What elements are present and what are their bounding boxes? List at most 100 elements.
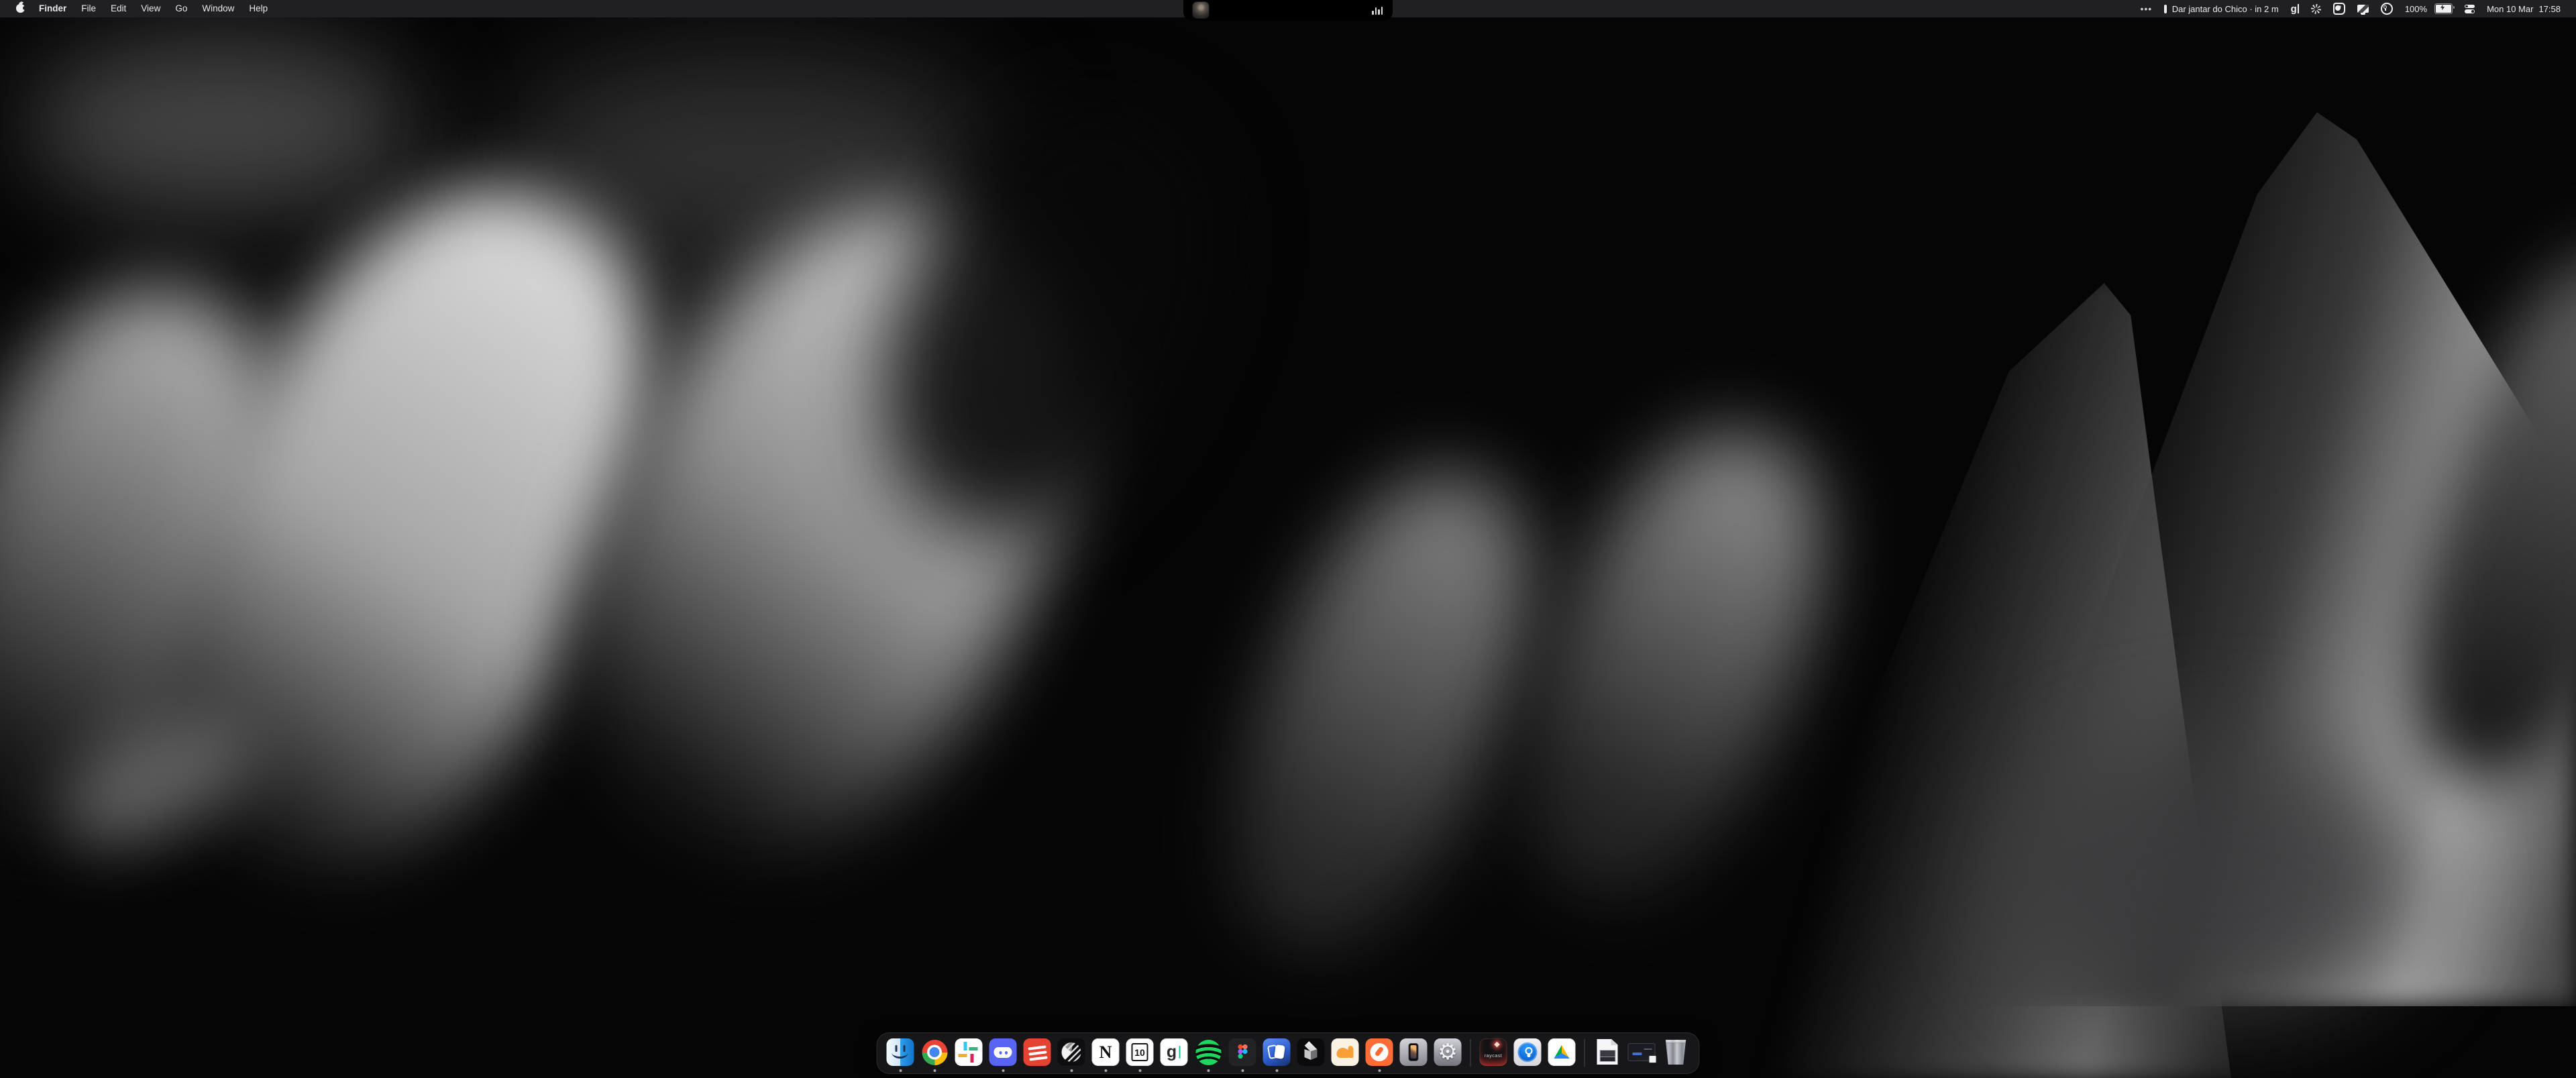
- dock-icon-discord[interactable]: [989, 1038, 1017, 1066]
- menubar-overflow-indicator[interactable]: •••: [2134, 0, 2158, 17]
- battery-status-item[interactable]: 100%: [2399, 0, 2459, 17]
- menu-go[interactable]: Go: [168, 0, 195, 17]
- grammarly-caret-icon: [2298, 4, 2299, 13]
- settings-glyph: ⚙: [1434, 1038, 1462, 1066]
- dock-icon-slack[interactable]: [955, 1038, 983, 1066]
- grammarly-app-icon: g: [1161, 1038, 1188, 1066]
- menu-window[interactable]: Window: [195, 0, 241, 17]
- lasso-status-item[interactable]: [2327, 0, 2351, 17]
- notion-glyph: N: [1092, 1038, 1120, 1066]
- dock-icon-finder[interactable]: [887, 1038, 914, 1066]
- dock-icon-notioncal[interactable]: 10: [1126, 1038, 1154, 1066]
- dock-icon-iphone[interactable]: [1400, 1038, 1428, 1066]
- gdrive-app-icon: [1548, 1038, 1576, 1066]
- craft-app-icon: [1263, 1038, 1291, 1066]
- overflow-dots-icon: •••: [2140, 3, 2152, 14]
- clock-time: 17:58: [2538, 4, 2561, 14]
- grammarly-icon: g: [2291, 4, 2297, 14]
- menu-file[interactable]: File: [74, 0, 103, 17]
- control-center-status-item[interactable]: [2459, 0, 2481, 17]
- menu-view[interactable]: View: [133, 0, 168, 17]
- control-center-icon: [2465, 5, 2475, 13]
- sunburst-status-item[interactable]: [2305, 0, 2327, 17]
- dock-icon-raycast[interactable]: raycast: [1480, 1038, 1507, 1066]
- menu-items: FinderFileEditViewGoWindowHelp: [32, 0, 275, 17]
- notion-app-icon: N: [1092, 1038, 1120, 1066]
- wallpaper-shape: [27, 34, 416, 215]
- battery-icon: [2434, 3, 2453, 14]
- settings-app-icon: ⚙: [1434, 1038, 1462, 1066]
- iphone-app-icon: [1400, 1038, 1428, 1066]
- dock-icon-settings[interactable]: ⚙: [1434, 1038, 1462, 1066]
- wallpaper-shape: [1183, 438, 1580, 983]
- lasso-shape-icon: [2333, 3, 2345, 15]
- charging-bolt-icon: [2440, 5, 2445, 11]
- grammarly-status-item[interactable]: g: [2285, 0, 2305, 17]
- dock-icon-chrome[interactable]: [921, 1038, 949, 1066]
- audio-visualizer-icon: [1372, 6, 1383, 15]
- battery-percent: 100%: [2405, 4, 2427, 14]
- onepassword-status-item[interactable]: [2375, 0, 2399, 17]
- running-indicator-dot: [1104, 1069, 1107, 1072]
- finder-app-icon: [887, 1038, 914, 1066]
- dock-icon-shotthumb[interactable]: [1628, 1038, 1656, 1066]
- dock-icon-linear[interactable]: [1058, 1038, 1085, 1066]
- dock-icon-gdrive[interactable]: [1548, 1038, 1576, 1066]
- mammoth-app-icon: [1332, 1038, 1359, 1066]
- dock-icon-trash[interactable]: [1662, 1038, 1690, 1066]
- todoist-app-icon: [1024, 1038, 1051, 1066]
- notch-media-island[interactable]: [1183, 0, 1393, 21]
- notioncal-app-icon: 10: [1126, 1038, 1154, 1066]
- apple-menu-icon[interactable]: [16, 4, 25, 13]
- dock-icon-figma[interactable]: [1229, 1038, 1256, 1066]
- menu-finder[interactable]: Finder: [32, 0, 74, 17]
- raycast-glyph: raycast: [1480, 1038, 1507, 1066]
- desktop-wallpaper[interactable]: [0, 0, 2576, 1078]
- dock-icon-grammarly[interactable]: g: [1161, 1038, 1188, 1066]
- cube3d-app-icon: [1297, 1038, 1325, 1066]
- dock-icon-todoist[interactable]: [1024, 1038, 1051, 1066]
- running-indicator-dot: [1070, 1069, 1073, 1072]
- figma-app-icon: [1229, 1038, 1256, 1066]
- trash-app-icon: [1665, 1040, 1687, 1065]
- dock-icon-notion[interactable]: N: [1092, 1038, 1120, 1066]
- running-indicator-dot: [1002, 1069, 1004, 1072]
- dock-divider: [1470, 1039, 1471, 1067]
- notioncal-glyph: 10: [1126, 1038, 1154, 1066]
- 1password-app-icon: [1514, 1038, 1542, 1066]
- discord-app-icon: [989, 1038, 1017, 1066]
- menu-edit[interactable]: Edit: [103, 0, 133, 17]
- dock-icon-cube3d[interactable]: [1297, 1038, 1325, 1066]
- filedoc-app-icon: [1597, 1039, 1618, 1065]
- postman-app-icon: [1366, 1038, 1393, 1066]
- dock-icon-postman[interactable]: [1366, 1038, 1393, 1066]
- wallpaper-shape: [1999, 738, 2428, 1026]
- dock-icon-spotify[interactable]: [1195, 1038, 1222, 1066]
- reminder-status-item[interactable]: Dar jantar do Chico · in 2 m: [2158, 0, 2284, 17]
- reminder-text: Dar jantar do Chico · in 2 m: [2172, 4, 2279, 14]
- running-indicator-dot: [1241, 1069, 1244, 1072]
- shotthumb-app-icon: [1628, 1043, 1656, 1061]
- sunburst-icon: [2311, 4, 2321, 14]
- running-indicator-dot: [933, 1069, 936, 1072]
- dock: N10g ⚙ raycast: [877, 1032, 1700, 1074]
- menu-help[interactable]: Help: [241, 0, 275, 17]
- display-mirroring-icon: [2357, 5, 2369, 13]
- dock-icon-craft[interactable]: [1263, 1038, 1291, 1066]
- clock-date: Mon 10 Mar: [2487, 4, 2533, 14]
- grammarly-glyph: g: [1161, 1038, 1188, 1066]
- reminder-bar-icon: [2164, 5, 2167, 13]
- running-indicator-dot: [1138, 1069, 1141, 1072]
- running-indicator-dot: [899, 1069, 902, 1072]
- running-indicator-dot: [1207, 1069, 1210, 1072]
- dock-icon-mammoth[interactable]: [1332, 1038, 1359, 1066]
- menubar-clock[interactable]: Mon 10 Mar 17:58: [2481, 0, 2567, 17]
- linear-app-icon: [1058, 1038, 1085, 1066]
- now-playing-album-art[interactable]: [1193, 2, 1209, 18]
- display-status-item[interactable]: [2351, 0, 2375, 17]
- running-indicator-dot: [1275, 1069, 1278, 1072]
- dock-icon-1password[interactable]: [1514, 1038, 1542, 1066]
- slack-app-icon: [955, 1038, 983, 1066]
- dock-icon-filedoc[interactable]: [1594, 1038, 1621, 1066]
- onepassword-keyhole-icon: [2381, 3, 2393, 15]
